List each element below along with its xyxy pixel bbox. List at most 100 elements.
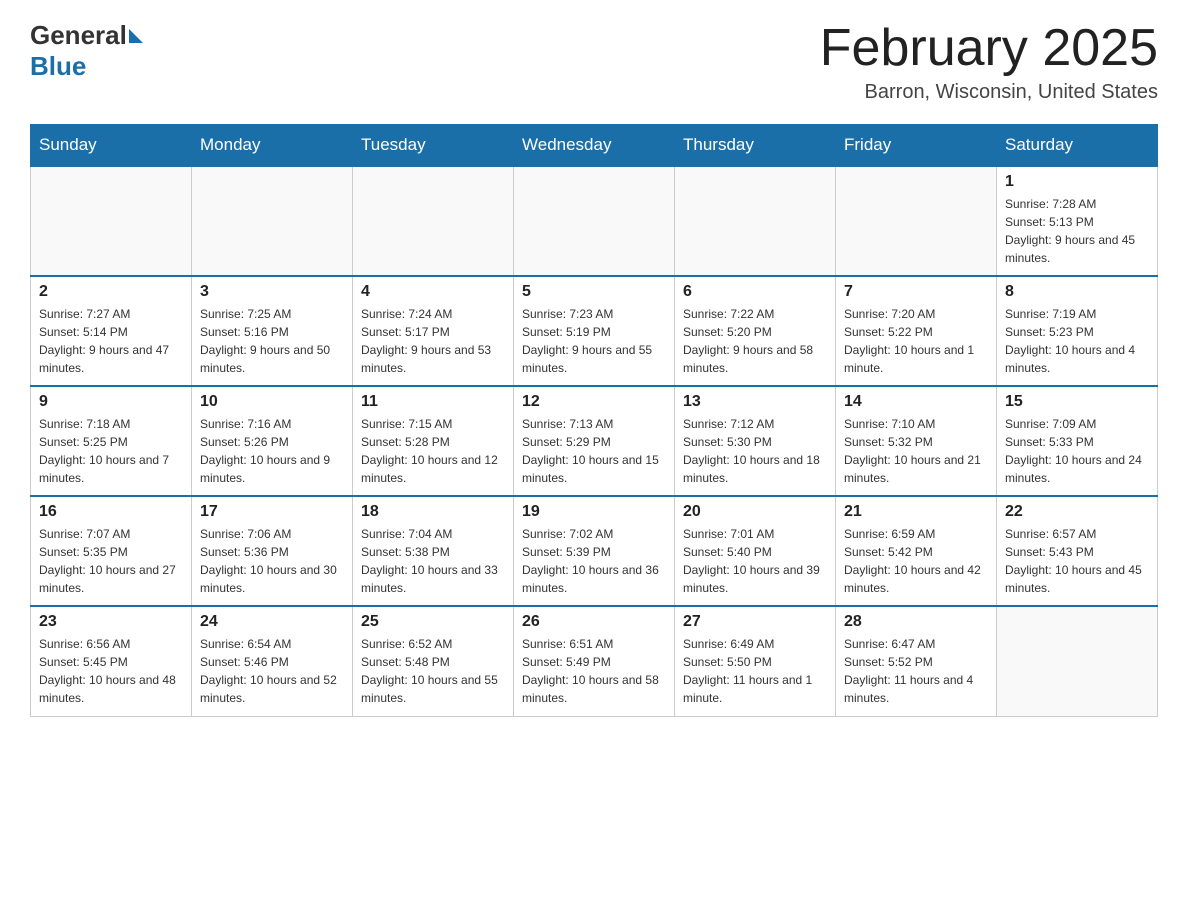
day-number: 8 xyxy=(1005,283,1149,301)
day-info: Sunrise: 7:02 AMSunset: 5:39 PMDaylight:… xyxy=(522,525,666,597)
day-number: 2 xyxy=(39,283,183,301)
day-number: 28 xyxy=(844,613,988,631)
calendar-cell: 3 Sunrise: 7:25 AMSunset: 5:16 PMDaylight… xyxy=(192,276,353,386)
day-info: Sunrise: 7:24 AMSunset: 5:17 PMDaylight:… xyxy=(361,305,505,377)
calendar-cell: 26 Sunrise: 6:51 AMSunset: 5:49 PMDayligh… xyxy=(514,606,675,716)
day-info: Sunrise: 6:56 AMSunset: 5:45 PMDaylight:… xyxy=(39,635,183,707)
day-number: 18 xyxy=(361,503,505,521)
calendar-cell: 25 Sunrise: 6:52 AMSunset: 5:48 PMDayligh… xyxy=(353,606,514,716)
calendar-week-row: 2 Sunrise: 7:27 AMSunset: 5:14 PMDaylight… xyxy=(31,276,1158,386)
calendar-cell: 1 Sunrise: 7:28 AMSunset: 5:13 PMDaylight… xyxy=(997,166,1158,276)
day-number: 23 xyxy=(39,613,183,631)
calendar-cell: 8 Sunrise: 7:19 AMSunset: 5:23 PMDaylight… xyxy=(997,276,1158,386)
calendar-cell xyxy=(514,166,675,276)
day-info: Sunrise: 7:15 AMSunset: 5:28 PMDaylight:… xyxy=(361,415,505,487)
day-info: Sunrise: 7:28 AMSunset: 5:13 PMDaylight:… xyxy=(1005,195,1149,267)
calendar-week-row: 1 Sunrise: 7:28 AMSunset: 5:13 PMDaylight… xyxy=(31,166,1158,276)
logo-arrow-icon xyxy=(129,29,143,43)
day-info: Sunrise: 7:23 AMSunset: 5:19 PMDaylight:… xyxy=(522,305,666,377)
day-info: Sunrise: 7:01 AMSunset: 5:40 PMDaylight:… xyxy=(683,525,827,597)
calendar-header-row: SundayMondayTuesdayWednesdayThursdayFrid… xyxy=(31,125,1158,167)
calendar-cell: 4 Sunrise: 7:24 AMSunset: 5:17 PMDaylight… xyxy=(353,276,514,386)
logo-blue-text: Blue xyxy=(30,51,86,82)
calendar-cell: 23 Sunrise: 6:56 AMSunset: 5:45 PMDayligh… xyxy=(31,606,192,716)
calendar-week-row: 23 Sunrise: 6:56 AMSunset: 5:45 PMDayligh… xyxy=(31,606,1158,716)
calendar-table: SundayMondayTuesdayWednesdayThursdayFrid… xyxy=(30,124,1158,717)
month-title: February 2025 xyxy=(820,20,1158,77)
day-number: 20 xyxy=(683,503,827,521)
calendar-cell: 18 Sunrise: 7:04 AMSunset: 5:38 PMDayligh… xyxy=(353,496,514,606)
calendar-header-saturday: Saturday xyxy=(997,125,1158,167)
day-info: Sunrise: 6:54 AMSunset: 5:46 PMDaylight:… xyxy=(200,635,344,707)
calendar-cell: 17Sunrise: 7:06 AMSunset: 5:36 PMDayligh… xyxy=(192,496,353,606)
day-number: 1 xyxy=(1005,173,1149,191)
day-info: Sunrise: 7:16 AMSunset: 5:26 PMDaylight:… xyxy=(200,415,344,487)
calendar-week-row: 9Sunrise: 7:18 AMSunset: 5:25 PMDaylight… xyxy=(31,386,1158,496)
calendar-cell: 27Sunrise: 6:49 AMSunset: 5:50 PMDayligh… xyxy=(675,606,836,716)
calendar-cell: 16 Sunrise: 7:07 AMSunset: 5:35 PMDayligh… xyxy=(31,496,192,606)
day-info: Sunrise: 7:25 AMSunset: 5:16 PMDaylight:… xyxy=(200,305,344,377)
calendar-header-friday: Friday xyxy=(836,125,997,167)
day-info: Sunrise: 7:06 AMSunset: 5:36 PMDaylight:… xyxy=(200,525,344,597)
calendar-cell: 15 Sunrise: 7:09 AMSunset: 5:33 PMDayligh… xyxy=(997,386,1158,496)
day-info: Sunrise: 7:07 AMSunset: 5:35 PMDaylight:… xyxy=(39,525,183,597)
calendar-cell: 6 Sunrise: 7:22 AMSunset: 5:20 PMDaylight… xyxy=(675,276,836,386)
calendar-cell xyxy=(997,606,1158,716)
day-number: 27 xyxy=(683,613,827,631)
day-info: Sunrise: 7:10 AMSunset: 5:32 PMDaylight:… xyxy=(844,415,988,487)
page-header: General Blue February 2025 Barron, Wisco… xyxy=(30,20,1158,104)
day-info: Sunrise: 7:22 AMSunset: 5:20 PMDaylight:… xyxy=(683,305,827,377)
day-info: Sunrise: 7:27 AMSunset: 5:14 PMDaylight:… xyxy=(39,305,183,377)
day-number: 16 xyxy=(39,503,183,521)
calendar-week-row: 16 Sunrise: 7:07 AMSunset: 5:35 PMDayligh… xyxy=(31,496,1158,606)
day-number: 21 xyxy=(844,503,988,521)
day-info: Sunrise: 7:19 AMSunset: 5:23 PMDaylight:… xyxy=(1005,305,1149,377)
calendar-cell: 28 Sunrise: 6:47 AMSunset: 5:52 PMDayligh… xyxy=(836,606,997,716)
day-number: 15 xyxy=(1005,393,1149,411)
day-number: 11 xyxy=(361,393,505,411)
calendar-cell: 12 Sunrise: 7:13 AMSunset: 5:29 PMDayligh… xyxy=(514,386,675,496)
calendar-header-tuesday: Tuesday xyxy=(353,125,514,167)
calendar-cell xyxy=(31,166,192,276)
title-area: February 2025 Barron, Wisconsin, United … xyxy=(820,20,1158,104)
day-number: 14 xyxy=(844,393,988,411)
day-number: 7 xyxy=(844,283,988,301)
day-info: Sunrise: 7:09 AMSunset: 5:33 PMDaylight:… xyxy=(1005,415,1149,487)
calendar-cell: 14 Sunrise: 7:10 AMSunset: 5:32 PMDayligh… xyxy=(836,386,997,496)
calendar-header-monday: Monday xyxy=(192,125,353,167)
day-info: Sunrise: 6:47 AMSunset: 5:52 PMDaylight:… xyxy=(844,635,988,707)
day-info: Sunrise: 6:59 AMSunset: 5:42 PMDaylight:… xyxy=(844,525,988,597)
day-number: 25 xyxy=(361,613,505,631)
day-info: Sunrise: 6:51 AMSunset: 5:49 PMDaylight:… xyxy=(522,635,666,707)
logo: General Blue xyxy=(30,20,145,82)
calendar-cell: 9Sunrise: 7:18 AMSunset: 5:25 PMDaylight… xyxy=(31,386,192,496)
day-number: 4 xyxy=(361,283,505,301)
location-title: Barron, Wisconsin, United States xyxy=(820,81,1158,104)
calendar-cell: 2 Sunrise: 7:27 AMSunset: 5:14 PMDaylight… xyxy=(31,276,192,386)
day-info: Sunrise: 7:12 AMSunset: 5:30 PMDaylight:… xyxy=(683,415,827,487)
day-number: 12 xyxy=(522,393,666,411)
calendar-header-sunday: Sunday xyxy=(31,125,192,167)
day-info: Sunrise: 7:18 AMSunset: 5:25 PMDaylight:… xyxy=(39,415,183,487)
calendar-cell xyxy=(353,166,514,276)
day-number: 3 xyxy=(200,283,344,301)
calendar-header-thursday: Thursday xyxy=(675,125,836,167)
calendar-cell: 10 Sunrise: 7:16 AMSunset: 5:26 PMDayligh… xyxy=(192,386,353,496)
calendar-cell: 5Sunrise: 7:23 AMSunset: 5:19 PMDaylight… xyxy=(514,276,675,386)
calendar-cell xyxy=(192,166,353,276)
day-number: 19 xyxy=(522,503,666,521)
day-number: 24 xyxy=(200,613,344,631)
day-info: Sunrise: 7:04 AMSunset: 5:38 PMDaylight:… xyxy=(361,525,505,597)
calendar-cell: 20 Sunrise: 7:01 AMSunset: 5:40 PMDayligh… xyxy=(675,496,836,606)
day-number: 26 xyxy=(522,613,666,631)
calendar-cell: 21 Sunrise: 6:59 AMSunset: 5:42 PMDayligh… xyxy=(836,496,997,606)
day-number: 13 xyxy=(683,393,827,411)
logo-general-text: General xyxy=(30,20,127,51)
calendar-header-wednesday: Wednesday xyxy=(514,125,675,167)
day-number: 6 xyxy=(683,283,827,301)
day-info: Sunrise: 7:13 AMSunset: 5:29 PMDaylight:… xyxy=(522,415,666,487)
day-info: Sunrise: 6:52 AMSunset: 5:48 PMDaylight:… xyxy=(361,635,505,707)
calendar-cell xyxy=(675,166,836,276)
calendar-cell: 24 Sunrise: 6:54 AMSunset: 5:46 PMDayligh… xyxy=(192,606,353,716)
day-number: 10 xyxy=(200,393,344,411)
